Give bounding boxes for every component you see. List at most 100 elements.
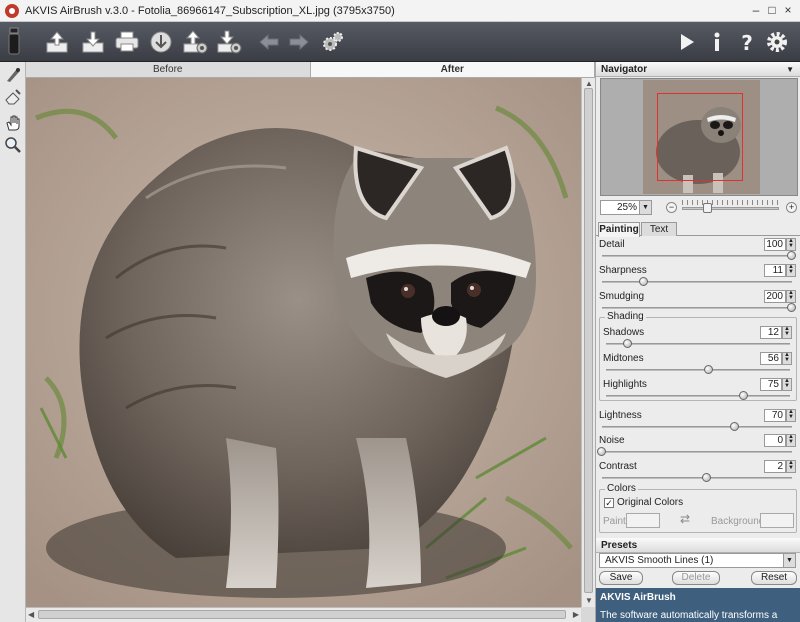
print-icon[interactable] (114, 29, 140, 55)
presets-title: Presets (601, 540, 638, 551)
maximize-button[interactable]: □ (764, 2, 780, 19)
lightness-slider[interactable] (602, 426, 792, 428)
save-preset-icon[interactable] (216, 29, 242, 55)
original-colors-label: Original Colors (617, 497, 684, 508)
redo-arrow-icon[interactable] (286, 29, 309, 55)
noise-value[interactable]: 0 (764, 434, 786, 447)
zoom-in-button[interactable]: + (786, 202, 797, 213)
preset-dropdown-icon[interactable]: ▼ (783, 554, 795, 567)
param-sharpness: Sharpness 11 ▲ ▼ (596, 263, 800, 289)
smudging-slider[interactable] (602, 307, 792, 309)
undo-arrow-icon[interactable] (256, 29, 279, 55)
lightness-knob[interactable] (730, 422, 739, 431)
sharpness-spinner[interactable]: ▲ ▼ (786, 264, 796, 277)
sharpness-value[interactable]: 11 (764, 264, 786, 277)
save-preset-button[interactable]: Save (599, 571, 643, 585)
noise-slider[interactable] (602, 451, 792, 453)
smudging-spinner[interactable]: ▲ ▼ (786, 290, 796, 303)
highlights-slider[interactable] (606, 395, 790, 397)
midtones-value[interactable]: 56 (760, 352, 782, 365)
sharpness-knob[interactable] (638, 277, 648, 286)
airbrush-tool-icon[interactable] (4, 66, 22, 84)
detail-slider[interactable] (602, 255, 792, 257)
save-image-icon[interactable] (80, 29, 106, 55)
lightness-spinner[interactable]: ▲ ▼ (786, 409, 796, 422)
highlights-spinner[interactable]: ▲ ▼ (782, 378, 792, 391)
contrast-knob[interactable] (701, 473, 711, 482)
info-icon[interactable] (704, 29, 726, 55)
preferences-gear-icon[interactable] (764, 29, 788, 55)
reset-preset-button[interactable]: Reset (751, 571, 797, 585)
param-midtones: Midtones 56 ▲ ▼ (599, 351, 797, 377)
smudging-label: Smudging (599, 291, 645, 302)
shadows-value[interactable]: 12 (760, 326, 782, 339)
hand-tool-icon[interactable] (4, 114, 22, 132)
midtones-slider[interactable] (606, 369, 790, 371)
minimize-button[interactable]: – (748, 2, 764, 19)
noise-spinner[interactable]: ▲ ▼ (786, 434, 796, 447)
close-button[interactable]: × (780, 2, 796, 19)
run-icon[interactable] (674, 29, 696, 55)
image-canvas[interactable] (26, 78, 581, 607)
original-colors-checkbox[interactable]: ✓ (604, 498, 614, 508)
param-shadows: Shadows 12 ▲ ▼ (599, 325, 797, 351)
zoom-slider-ticks (682, 200, 779, 205)
main-toolbar: ? (0, 22, 800, 62)
tab-after[interactable]: After (310, 62, 595, 77)
tab-before[interactable]: Before (26, 62, 311, 77)
horizontal-scrollbar[interactable]: ◀ ▶ (26, 607, 581, 622)
help-icon[interactable]: ? (734, 29, 756, 55)
smudging-value[interactable]: 200 (764, 290, 786, 303)
noise-knob[interactable] (597, 447, 606, 456)
zoom-slider-knob[interactable] (703, 203, 713, 213)
raccoon-painting (26, 78, 581, 607)
open-image-icon[interactable] (44, 29, 70, 55)
zoom-select[interactable]: 25% ▼ (600, 200, 652, 215)
load-preset-icon[interactable] (182, 29, 208, 55)
swap-colors-icon[interactable]: ⇄ (680, 512, 690, 526)
navigator-view[interactable] (600, 78, 798, 196)
zoom-out-button[interactable]: − (666, 202, 677, 213)
detail-knob[interactable] (787, 251, 796, 260)
vertical-scrollbar[interactable]: ▲ ▼ (581, 78, 595, 607)
window-title: AKVIS AirBrush v.3.0 - Fotolia_86966147_… (25, 4, 395, 17)
paint-color-swatch[interactable] (626, 513, 660, 528)
help-box: AKVIS AirBrush The software automaticall… (596, 588, 800, 622)
zoom-dropdown-icon[interactable]: ▼ (639, 201, 651, 214)
contrast-spinner[interactable]: ▲ ▼ (786, 460, 796, 473)
midtones-knob[interactable] (704, 365, 714, 374)
scroll-left-icon[interactable]: ◀ (28, 608, 34, 621)
vertical-scroll-thumb[interactable] (584, 88, 593, 593)
sharpness-slider[interactable] (602, 281, 792, 283)
highlights-knob[interactable] (739, 391, 748, 400)
background-color-swatch[interactable] (760, 513, 794, 528)
help-text: The software automatically transforms a (600, 610, 778, 621)
lightness-value[interactable]: 70 (764, 409, 786, 422)
presets-header: Presets (596, 538, 800, 553)
navigator-view-rectangle[interactable] (657, 93, 743, 181)
left-tool-strip (0, 62, 26, 622)
shadows-knob[interactable] (623, 339, 633, 348)
delete-preset-button[interactable]: Delete (672, 571, 720, 585)
tab-painting[interactable]: Painting (598, 222, 640, 237)
detail-value[interactable]: 100 (764, 238, 786, 251)
settings-gears-icon[interactable] (320, 29, 346, 55)
shadows-slider[interactable] (606, 343, 790, 345)
tab-text[interactable]: Text (641, 222, 677, 236)
contrast-value[interactable]: 2 (764, 460, 786, 473)
zoom-tool-icon[interactable] (4, 136, 22, 154)
smudging-knob[interactable] (787, 303, 796, 312)
shadows-spinner[interactable]: ▲ ▼ (782, 326, 792, 339)
zoom-slider[interactable] (682, 207, 779, 210)
contrast-slider[interactable] (602, 477, 792, 479)
midtones-spinner[interactable]: ▲ ▼ (782, 352, 792, 365)
detail-spinner[interactable]: ▲ ▼ (786, 238, 796, 251)
scroll-down-icon[interactable]: ▼ (585, 594, 593, 607)
collapse-triangle-icon[interactable]: ▼ (786, 62, 794, 77)
preset-select[interactable]: AKVIS Smooth Lines (1) ▼ (599, 553, 796, 568)
highlights-value[interactable]: 75 (760, 378, 782, 391)
eraser-tool-icon[interactable] (4, 88, 22, 106)
scroll-right-icon[interactable]: ▶ (573, 608, 579, 621)
horizontal-scroll-thumb[interactable] (38, 610, 566, 619)
publish-icon[interactable] (148, 29, 174, 55)
